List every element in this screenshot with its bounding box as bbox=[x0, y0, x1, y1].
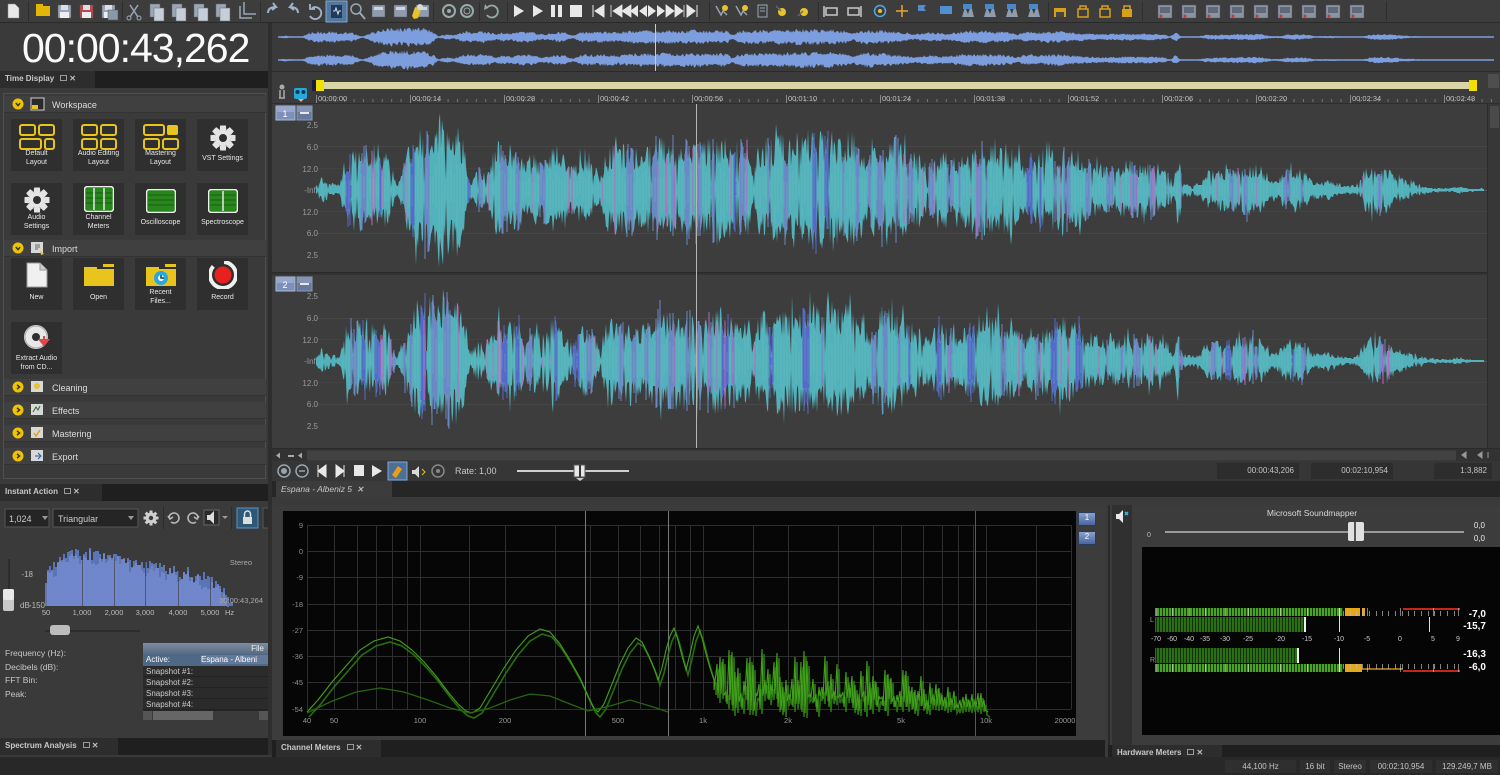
svg-text:5k: 5k bbox=[897, 716, 905, 725]
svg-text:-7,0: -7,0 bbox=[1469, 609, 1487, 620]
svg-text:50: 50 bbox=[330, 716, 338, 725]
svg-text:-18: -18 bbox=[292, 600, 303, 609]
svg-text:00:00:42: 00:00:42 bbox=[600, 94, 629, 103]
svg-text:00:00:28: 00:00:28 bbox=[506, 94, 535, 103]
svg-text:100: 100 bbox=[414, 716, 427, 725]
svg-text:0: 0 bbox=[1398, 636, 1402, 643]
svg-text:12.0: 12.0 bbox=[302, 208, 318, 217]
svg-text:Stereo: Stereo bbox=[230, 558, 252, 567]
svg-text:1: 1 bbox=[282, 109, 287, 119]
svg-text:-5: -5 bbox=[1364, 636, 1370, 643]
svg-text:9: 9 bbox=[299, 521, 303, 530]
svg-text:-18: -18 bbox=[21, 570, 33, 579]
svg-text:00:02:48: 00:02:48 bbox=[1446, 94, 1475, 103]
svg-text:50: 50 bbox=[42, 608, 50, 617]
svg-text:6.0: 6.0 bbox=[307, 400, 319, 409]
svg-text:12.0: 12.0 bbox=[302, 379, 318, 388]
svg-text:00:02:34: 00:02:34 bbox=[1352, 94, 1381, 103]
svg-text:00:01:38: 00:01:38 bbox=[976, 94, 1005, 103]
svg-text:20000: 20000 bbox=[1055, 716, 1076, 725]
svg-text:L: L bbox=[1150, 617, 1154, 624]
svg-text:-35: -35 bbox=[1200, 636, 1210, 643]
svg-text:2.5: 2.5 bbox=[307, 292, 319, 301]
svg-text:-6,0: -6,0 bbox=[1469, 662, 1487, 673]
svg-text:-9: -9 bbox=[296, 573, 303, 582]
svg-text:2k: 2k bbox=[784, 716, 792, 725]
svg-text:-Inf.: -Inf. bbox=[304, 357, 318, 366]
svg-text:00:00:14: 00:00:14 bbox=[412, 94, 441, 103]
svg-text:-30: -30 bbox=[1220, 636, 1230, 643]
svg-text:2.5: 2.5 bbox=[307, 422, 319, 431]
svg-text:12.0: 12.0 bbox=[302, 336, 318, 345]
svg-text:5,000: 5,000 bbox=[201, 608, 220, 617]
svg-text:2.5: 2.5 bbox=[307, 251, 319, 260]
svg-text:4,000: 4,000 bbox=[169, 608, 188, 617]
svg-text:-25: -25 bbox=[1243, 636, 1253, 643]
svg-text:-54: -54 bbox=[292, 705, 303, 714]
svg-text:10k: 10k bbox=[980, 716, 992, 725]
svg-text:-16,3: -16,3 bbox=[1463, 649, 1486, 660]
svg-text:6.0: 6.0 bbox=[307, 314, 319, 323]
svg-text:00:00:56: 00:00:56 bbox=[694, 94, 723, 103]
svg-text:00:00:00: 00:00:00 bbox=[318, 94, 347, 103]
svg-text:00:01:24: 00:01:24 bbox=[882, 94, 911, 103]
svg-text:2,000: 2,000 bbox=[105, 608, 124, 617]
svg-text:1,024: 1,024 bbox=[9, 514, 32, 524]
svg-text:Triangular: Triangular bbox=[58, 514, 98, 524]
svg-text:Hz: Hz bbox=[225, 608, 234, 617]
svg-text:2.5: 2.5 bbox=[307, 121, 319, 130]
svg-text:-60: -60 bbox=[1167, 636, 1177, 643]
svg-text:-20: -20 bbox=[1275, 636, 1285, 643]
svg-text:0,0: 0,0 bbox=[1474, 521, 1486, 530]
svg-text:200: 200 bbox=[499, 716, 512, 725]
svg-text:00:02:20: 00:02:20 bbox=[1258, 94, 1287, 103]
svg-text:00:02:06: 00:02:06 bbox=[1164, 94, 1193, 103]
svg-text:Rate: 1,00: Rate: 1,00 bbox=[455, 466, 497, 476]
svg-text:9: 9 bbox=[1456, 636, 1460, 643]
svg-text:40: 40 bbox=[303, 716, 311, 725]
svg-text:-45: -45 bbox=[292, 678, 303, 687]
svg-text:12.0: 12.0 bbox=[302, 165, 318, 174]
svg-text:3,000: 3,000 bbox=[136, 608, 155, 617]
svg-text:00:01:10: 00:01:10 bbox=[788, 94, 817, 103]
svg-text:00:01:52: 00:01:52 bbox=[1070, 94, 1099, 103]
svg-text:1,000: 1,000 bbox=[73, 608, 92, 617]
svg-text:-10: -10 bbox=[1334, 636, 1344, 643]
svg-text:-27: -27 bbox=[292, 626, 303, 635]
svg-text:-70: -70 bbox=[1151, 636, 1161, 643]
svg-text:00:00:43,264: 00:00:43,264 bbox=[219, 596, 263, 605]
svg-text:2: 2 bbox=[282, 280, 287, 290]
svg-text:6.0: 6.0 bbox=[307, 143, 319, 152]
svg-text:6.0: 6.0 bbox=[307, 229, 319, 238]
svg-text:0,0: 0,0 bbox=[1474, 534, 1486, 543]
svg-text:5: 5 bbox=[1431, 636, 1435, 643]
svg-text:-40: -40 bbox=[1184, 636, 1194, 643]
svg-text:1k: 1k bbox=[699, 716, 707, 725]
svg-text:-Inf.: -Inf. bbox=[304, 186, 318, 195]
svg-text:500: 500 bbox=[612, 716, 625, 725]
svg-text:-36: -36 bbox=[292, 652, 303, 661]
svg-text:-15: -15 bbox=[1302, 636, 1312, 643]
svg-text:R: R bbox=[1150, 657, 1155, 664]
svg-text:0: 0 bbox=[1147, 532, 1151, 539]
svg-text:Microsoft Soundmapper: Microsoft Soundmapper bbox=[1267, 508, 1357, 518]
svg-text:-15,7: -15,7 bbox=[1463, 621, 1486, 632]
svg-text:0: 0 bbox=[299, 547, 303, 556]
